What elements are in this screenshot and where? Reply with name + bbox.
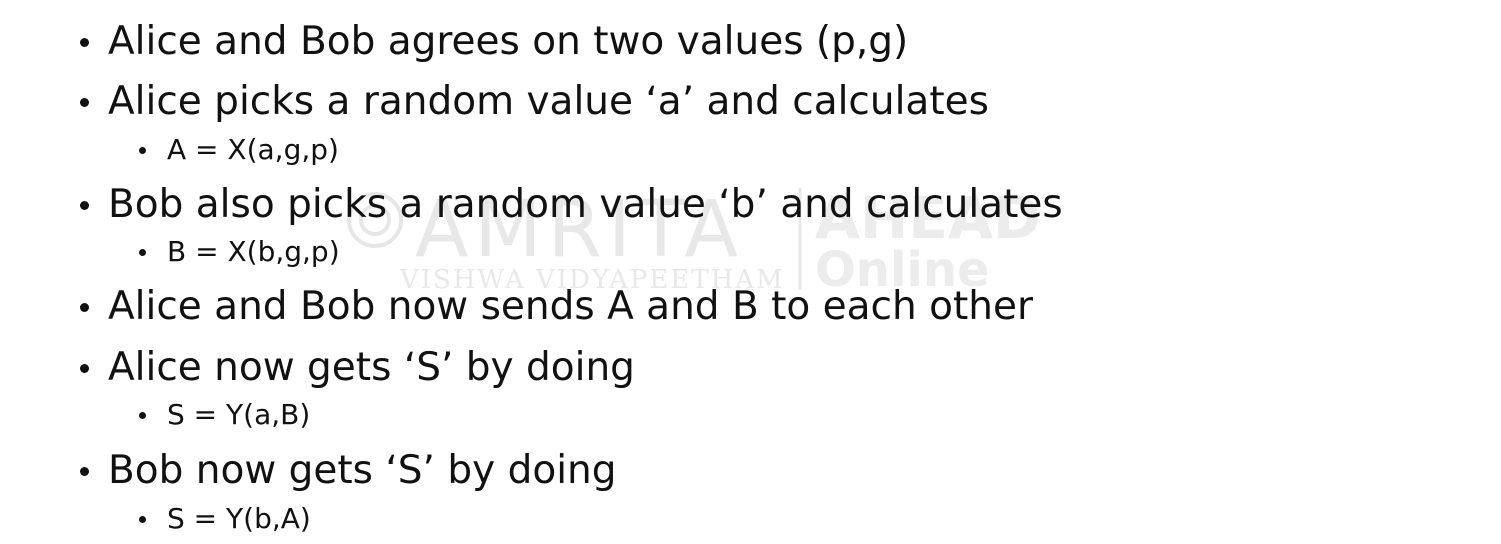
bullet-text: Bob now gets ‘S’ by doing xyxy=(108,448,617,493)
bullet-dot-icon xyxy=(139,516,146,523)
bullet-dot-icon xyxy=(80,38,89,47)
bullet-text: Alice picks a random value ‘a’ and calcu… xyxy=(108,79,989,124)
bullet-list: Alice and Bob agrees on two values (p,g)… xyxy=(0,0,1501,544)
bullet-text: S = Y(b,A) xyxy=(167,502,311,535)
bullet-dot-icon xyxy=(80,364,89,373)
bullet-dot-icon xyxy=(80,467,89,476)
bullet-dot-icon xyxy=(139,249,146,256)
bullet-text: B = X(b,g,p) xyxy=(167,235,340,268)
bullet-dot-icon xyxy=(80,303,89,312)
slide: AMRITA VISHWA VIDYAPEETHAM AHEAD Online … xyxy=(0,0,1501,544)
bullet-text: Bob also picks a random value ‘b’ and ca… xyxy=(108,182,1063,227)
bullet-text: A = X(a,g,p) xyxy=(167,133,339,166)
bullet-dot-icon xyxy=(80,98,89,107)
bullet-text: S = Y(a,B) xyxy=(167,398,311,431)
bullet-dot-icon xyxy=(80,201,89,210)
bullet-dot-icon xyxy=(139,147,146,154)
bullet-text: Alice now gets ‘S’ by doing xyxy=(108,345,635,390)
bullet-text: Alice and Bob now sends A and B to each … xyxy=(108,284,1033,329)
bullet-dot-icon xyxy=(139,412,146,419)
bullet-text: Alice and Bob agrees on two values (p,g) xyxy=(108,19,909,64)
